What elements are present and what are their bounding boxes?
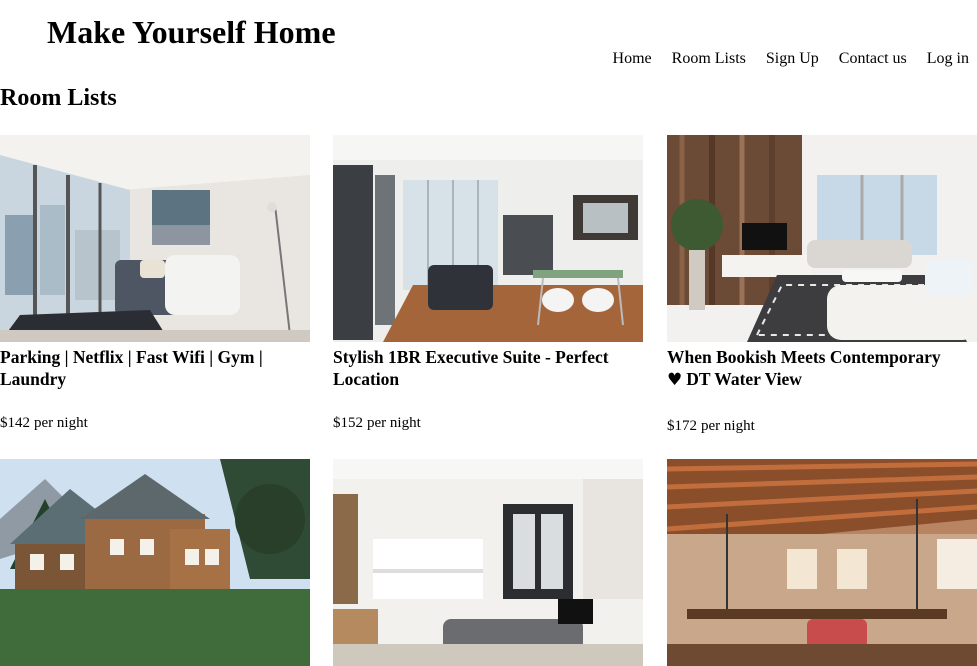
listing-photo[interactable] (333, 459, 643, 666)
listing-title[interactable]: When Bookish Meets Contemporary ♥ DT Wate… (667, 346, 972, 391)
listing-photo[interactable] (333, 135, 643, 342)
nav-room-lists[interactable]: Room Lists (672, 48, 746, 70)
mountain-lodge-image (0, 459, 310, 666)
white-loft-image (333, 459, 643, 666)
listing-title[interactable]: Stylish 1BR Executive Suite - Perfect Lo… (333, 346, 638, 390)
price-unit: per night (34, 415, 88, 431)
price-value: $152 (333, 415, 363, 431)
price-unit: per night (367, 415, 421, 431)
listing-title-prefix: When Bookish Meets Contemporary (667, 347, 941, 367)
listing-price: $172 per night (667, 416, 972, 436)
wood-wall-living-room-image (667, 135, 977, 342)
brick-loft-image (667, 459, 977, 666)
heart-icon: ♥ (667, 370, 683, 390)
condo-living-room-image (0, 135, 310, 342)
listing-photo[interactable] (667, 459, 977, 666)
listing-title[interactable]: Parking | Netflix | Fast Wifi | Gym | La… (0, 346, 305, 390)
section-title: Room Lists (0, 85, 117, 111)
listing-photo[interactable] (0, 135, 310, 342)
nav-home[interactable]: Home (613, 48, 652, 70)
price-value: $142 (0, 415, 30, 431)
kitchen-living-room-image (333, 135, 643, 342)
nav-sign-up[interactable]: Sign Up (766, 48, 819, 70)
listing-photo[interactable] (0, 459, 310, 666)
nav-log-in[interactable]: Log in (927, 48, 969, 70)
price-unit: per night (701, 418, 755, 434)
price-value: $172 (667, 418, 697, 434)
listing-price: $142 per night (0, 413, 305, 433)
listing-title-suffix: DT Water View (686, 369, 802, 389)
listing-photo[interactable] (667, 135, 977, 342)
listing-price: $152 per night (333, 413, 638, 433)
main-nav: Home Room Lists Sign Up Contact us Log i… (613, 48, 969, 70)
nav-contact-us[interactable]: Contact us (839, 48, 907, 70)
site-title: Make Yourself Home (47, 14, 336, 50)
